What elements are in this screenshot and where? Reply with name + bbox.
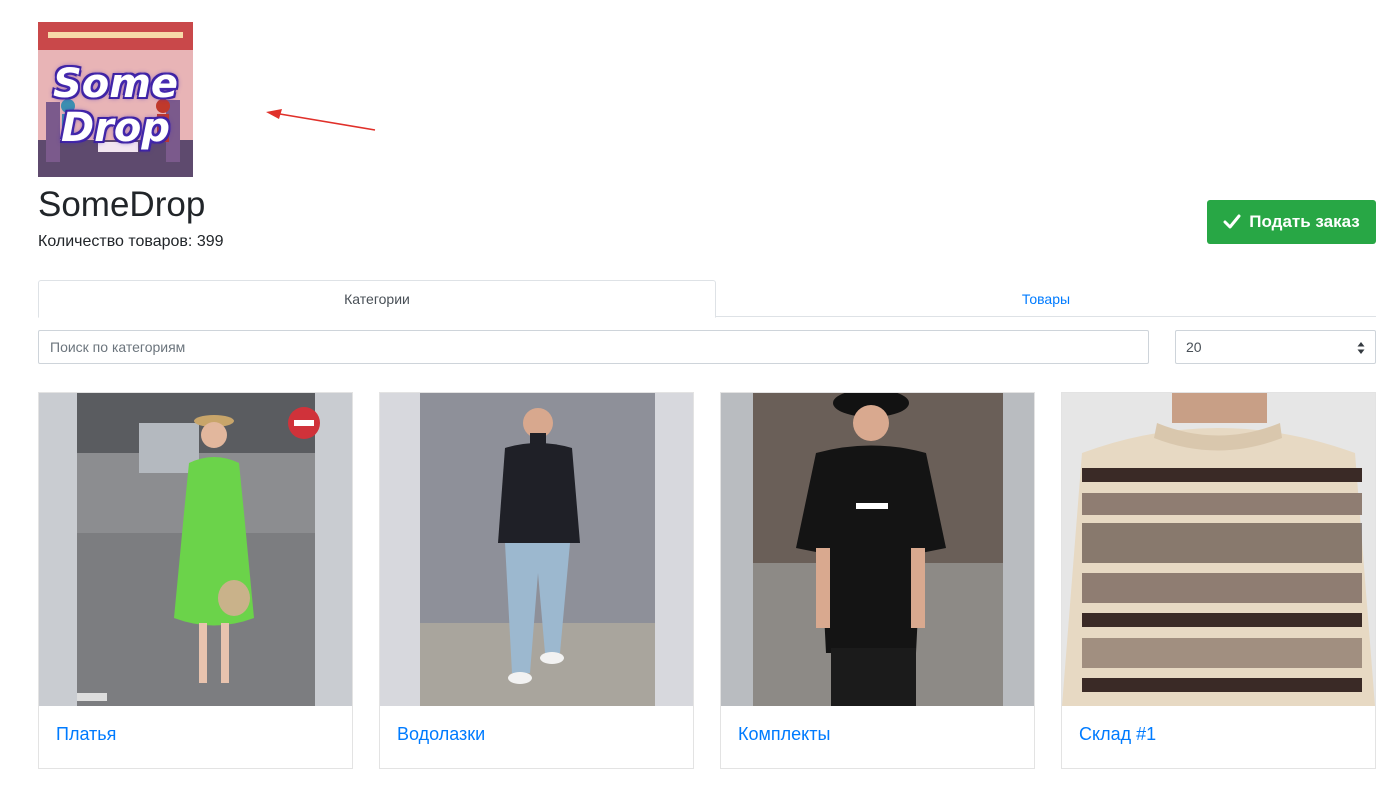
category-card-warehouse-1[interactable]: Склад #1 <box>1061 392 1376 769</box>
tab-categories[interactable]: Категории <box>38 280 716 318</box>
category-title-dresses[interactable]: Платья <box>56 724 116 745</box>
place-order-button[interactable]: Подать заказ <box>1207 200 1376 244</box>
goods-count-value: 399 <box>196 233 224 250</box>
category-card-turtlenecks[interactable]: Водолазки <box>379 392 694 769</box>
category-title-warehouse-1[interactable]: Склад #1 <box>1079 724 1156 745</box>
logo-text-line1: Some <box>52 61 179 107</box>
category-card-sets[interactable]: Комплекты <box>720 392 1035 769</box>
category-image-dresses <box>39 393 352 706</box>
category-title-turtlenecks[interactable]: Водолазки <box>397 724 485 745</box>
red-arrow-annotation <box>266 109 376 131</box>
category-image-sets <box>721 393 1034 706</box>
check-icon <box>1223 214 1241 229</box>
shop-page: Some Drop SomeDrop Количество товаров: 3… <box>0 0 1400 788</box>
category-image-turtlenecks <box>380 393 693 706</box>
category-search-input[interactable] <box>38 330 1149 364</box>
shop-logo: Some Drop <box>38 22 193 177</box>
shop-title: SomeDrop <box>38 185 206 224</box>
goods-count: Количество товаров: 399 <box>38 233 224 251</box>
logo-text-line2: Drop <box>60 105 171 151</box>
page-size-select[interactable]: 20 <box>1175 330 1376 364</box>
category-image-warehouse-1 <box>1062 393 1375 706</box>
category-card-dresses[interactable]: Платья <box>38 392 353 769</box>
select-caret-icon <box>1357 342 1365 354</box>
page-size-value: 20 <box>1186 339 1202 355</box>
tab-products[interactable]: Товары <box>716 280 1376 317</box>
place-order-label: Подать заказ <box>1249 212 1360 231</box>
category-title-sets[interactable]: Комплекты <box>738 724 830 745</box>
category-tabs: Категории Товары <box>38 280 1376 318</box>
goods-count-label: Количество товаров: <box>38 233 193 250</box>
